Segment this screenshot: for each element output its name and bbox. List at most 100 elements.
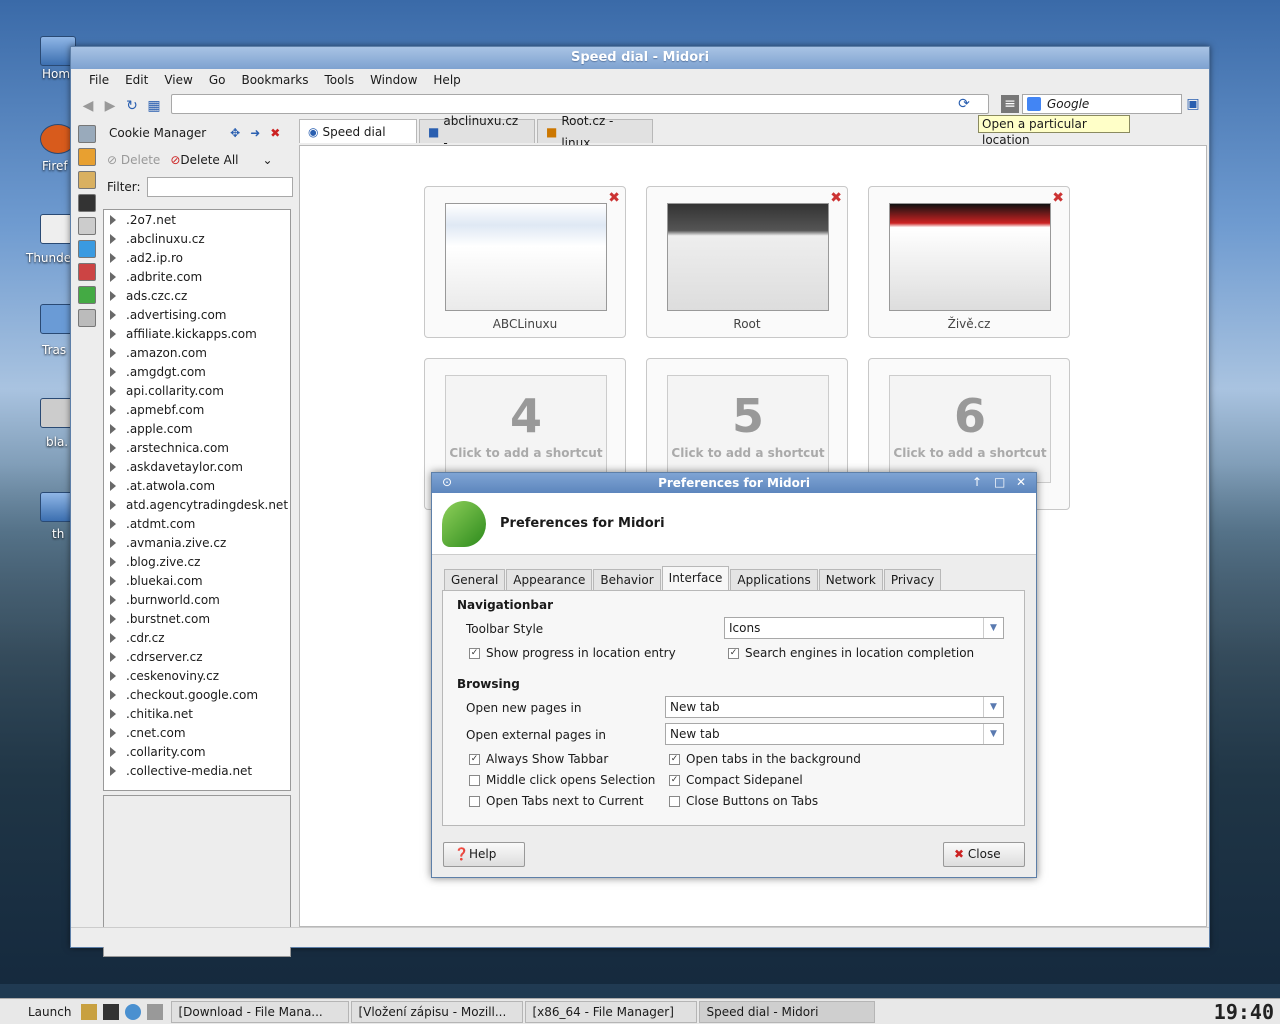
cookie-manager-panel-icon[interactable] <box>78 309 96 327</box>
menu-window[interactable]: Window <box>362 73 425 87</box>
cookie-domain-row[interactable]: ads.czc.cz <box>104 286 290 305</box>
search-engines-checkbox[interactable]: ✓ Search engines in location completion <box>728 646 974 660</box>
menu-file[interactable]: File <box>81 73 117 87</box>
close-button[interactable]: ✖ Close <box>943 842 1025 867</box>
cookie-domain-row[interactable]: .bluekai.com <box>104 571 290 590</box>
expander-icon[interactable] <box>110 309 116 320</box>
dialog-maximize-icon[interactable]: □ <box>994 475 1005 489</box>
cookie-domain-row[interactable]: .collective-media.net <box>104 761 290 780</box>
delete-all-button[interactable]: ⊘Delete All <box>170 153 238 167</box>
speed-dial-item[interactable]: ✖ Živě.cz <box>868 186 1070 338</box>
open-location-icon[interactable]: ⟳ <box>955 95 973 113</box>
open-new-pages-select[interactable]: New tab ▼ <box>665 696 1004 718</box>
close-panel-icon[interactable]: ✖ <box>270 126 280 140</box>
tab-abclinuxu[interactable]: ■ abclinuxu.cz -... <box>419 114 535 150</box>
menu-tools[interactable]: Tools <box>317 73 363 87</box>
expander-icon[interactable] <box>110 689 116 700</box>
cookie-domain-row[interactable]: .ad2.ip.ro <box>104 248 290 267</box>
panel-right-icon[interactable]: ➜ <box>250 126 260 140</box>
feed-icon[interactable]: ≡ <box>1001 95 1019 113</box>
expander-icon[interactable] <box>110 252 116 263</box>
expander-icon[interactable] <box>110 708 116 719</box>
cookie-domain-row[interactable]: .apmebf.com <box>104 400 290 419</box>
extensions-panel-icon[interactable] <box>78 286 96 304</box>
cookie-domain-row[interactable]: .askdavetaylor.com <box>104 457 290 476</box>
menu-view[interactable]: View <box>156 73 200 87</box>
cookie-domain-row[interactable]: .burnworld.com <box>104 590 290 609</box>
menu-go[interactable]: Go <box>201 73 234 87</box>
help-button[interactable]: ❓Help <box>443 842 525 867</box>
tab-applications[interactable]: Applications <box>730 569 818 590</box>
cookie-domain-row[interactable]: .amazon.com <box>104 343 290 362</box>
expander-icon[interactable] <box>110 347 116 358</box>
reload-icon[interactable]: ↻ <box>123 97 141 115</box>
cookie-domain-row[interactable]: affiliate.kickapps.com <box>104 324 290 343</box>
speed-dial-icon[interactable]: ▦ <box>145 97 163 115</box>
cookie-domain-row[interactable]: .advertising.com <box>104 305 290 324</box>
pageholder-panel-icon[interactable] <box>78 240 96 258</box>
cookie-domain-row[interactable]: api.collarity.com <box>104 381 290 400</box>
cookie-domain-row[interactable]: .cnet.com <box>104 723 290 742</box>
cookie-domain-row[interactable]: .arstechnica.com <box>104 438 290 457</box>
always-show-tabbar-checkbox[interactable]: ✓ Always Show Tabbar <box>469 752 608 766</box>
tab-interface[interactable]: Interface <box>661 566 730 590</box>
console-panel-icon[interactable] <box>78 194 96 212</box>
open-tabs-next-checkbox[interactable]: Open Tabs next to Current <box>469 794 644 808</box>
tab-root[interactable]: ■ Root.cz - linux... <box>537 114 653 150</box>
transfers-panel-icon[interactable] <box>78 217 96 235</box>
cookie-domain-row[interactable]: .blog.zive.cz <box>104 552 290 571</box>
tab-behavior[interactable]: Behavior <box>593 569 661 590</box>
expander-icon[interactable] <box>110 290 116 301</box>
move-panel-icon[interactable]: ✥ <box>230 126 240 140</box>
expander-icon[interactable] <box>110 518 116 529</box>
expander-icon[interactable] <box>110 366 116 377</box>
remove-shortcut-icon[interactable]: ✖ <box>1052 190 1064 206</box>
toolbar-style-select[interactable]: Icons ▼ <box>724 617 1004 639</box>
expander-icon[interactable] <box>110 613 116 624</box>
trash-toolbar-icon[interactable]: ▣ <box>1184 95 1202 113</box>
tab-privacy[interactable]: Privacy <box>883 569 942 590</box>
cookie-domain-row[interactable]: .avmania.zive.cz <box>104 533 290 552</box>
filter-input[interactable] <box>146 177 293 197</box>
menu-help[interactable]: Help <box>425 73 468 87</box>
compact-sidepanel-checkbox[interactable]: ✓ Compact Sidepanel <box>669 773 803 787</box>
cookie-domain-row[interactable]: .ceskenoviny.cz <box>104 666 290 685</box>
dialog-shade-icon[interactable]: ↑ <box>972 475 982 489</box>
expander-icon[interactable] <box>110 651 116 662</box>
dialog-close-icon[interactable]: ✕ <box>1016 475 1026 489</box>
tab-network[interactable]: Network <box>818 569 883 590</box>
menu-edit[interactable]: Edit <box>117 73 156 87</box>
browser-icon[interactable] <box>125 1003 142 1020</box>
cookie-domain-row[interactable]: .chitika.net <box>104 704 290 723</box>
cookie-domain-row[interactable]: .collarity.com <box>104 742 290 761</box>
middle-click-selection-checkbox[interactable]: Middle click opens Selection <box>469 773 655 787</box>
history-panel-icon[interactable] <box>78 171 96 189</box>
expander-icon[interactable] <box>110 746 116 757</box>
speed-dial-item[interactable]: ✖ Root <box>646 186 848 338</box>
delete-button[interactable]: ⊘ Delete <box>107 153 160 167</box>
expander-icon[interactable] <box>110 423 116 434</box>
back-icon[interactable]: ◀ <box>79 97 97 115</box>
search-entry[interactable]: Google <box>1022 94 1182 114</box>
dialog-menu-icon[interactable]: ⊙ <box>442 475 452 489</box>
cookie-domain-row[interactable]: .abclinuxu.cz <box>104 229 290 248</box>
downloads-panel-icon[interactable] <box>78 148 96 166</box>
expander-icon[interactable] <box>110 632 116 643</box>
taskbar-item-mozilla[interactable]: [Vložení zápisu - Mozill... <box>351 1000 524 1023</box>
expander-icon[interactable] <box>110 575 116 586</box>
cookie-domain-row[interactable]: .cdrserver.cz <box>104 647 290 666</box>
chevron-down-icon[interactable]: ⌄ <box>263 153 273 167</box>
cookie-domain-row[interactable]: .apple.com <box>104 419 290 438</box>
taskbar-item-midori[interactable]: Speed dial - Midori <box>699 1000 876 1023</box>
launch-button[interactable]: Launch <box>0 1005 77 1019</box>
open-external-pages-select[interactable]: New tab ▼ <box>665 723 1004 745</box>
cookie-domain-row[interactable]: .atdmt.com <box>104 514 290 533</box>
expander-icon[interactable] <box>110 328 116 339</box>
cookie-domain-row[interactable]: .at.atwola.com <box>104 476 290 495</box>
userscripts-panel-icon[interactable] <box>78 263 96 281</box>
tab-speed-dial[interactable]: ◉ Speed dial <box>299 119 417 143</box>
cookie-domain-row[interactable]: .2o7.net <box>104 210 290 229</box>
cookie-domain-tree[interactable]: .2o7.net .abclinuxu.cz .ad2.ip.ro .adbrite.… <box>103 209 291 791</box>
tab-appearance[interactable]: Appearance <box>506 569 593 590</box>
notes-icon[interactable] <box>81 1003 98 1020</box>
